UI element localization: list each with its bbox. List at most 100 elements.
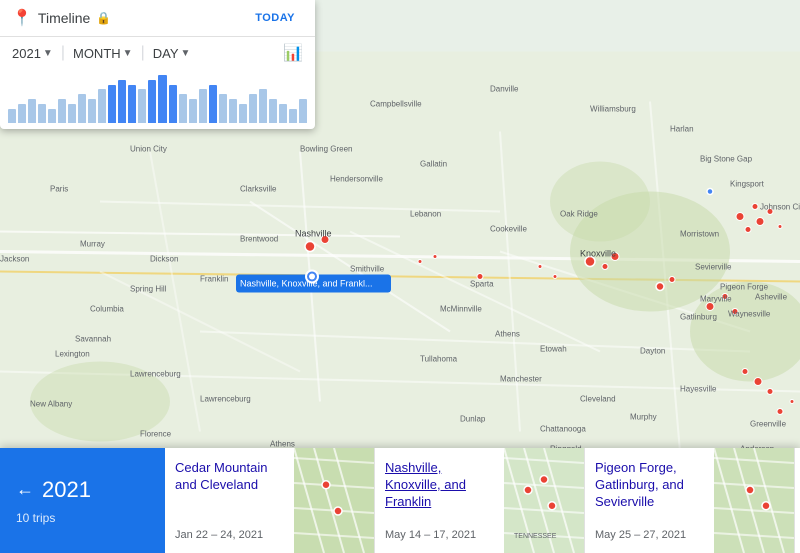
separator-1: | — [61, 44, 65, 62]
svg-text:McMinnville: McMinnville — [440, 305, 482, 314]
svg-text:Gatlinburg: Gatlinburg — [680, 313, 717, 322]
svg-text:Johnson City: Johnson City — [760, 203, 800, 212]
bar-4 — [48, 109, 56, 123]
timeline-title-area: 📍 Timeline 🔒 — [12, 8, 111, 28]
trip-card-pigeon: Pigeon Forge, Gatlinburg, and Seviervill… — [585, 448, 795, 553]
timeline-header: 📍 Timeline 🔒 TODAY — [0, 0, 315, 37]
bar-18 — [189, 99, 197, 123]
bar-0 — [8, 109, 16, 123]
bar-6 — [68, 104, 76, 123]
chart-icon[interactable]: 📊 — [283, 43, 303, 63]
timeline-title: Timeline — [38, 10, 90, 26]
bar-1 — [18, 104, 26, 123]
year-sidebar: ← 2021 10 trips — [0, 448, 165, 553]
bar-26 — [269, 99, 277, 123]
bar-11 — [118, 80, 126, 123]
year-dropdown-arrow: ▼ — [43, 48, 53, 59]
svg-text:Campbellsville: Campbellsville — [370, 100, 422, 109]
trip-card-cedar: Cedar Mountain and Cleveland Jan 22 – 24,… — [165, 448, 375, 553]
svg-text:Dickson: Dickson — [150, 255, 178, 264]
trip-card-title-cedar: Cedar Mountain and Cleveland — [175, 460, 284, 494]
trip-card-thumb-pigeon — [714, 448, 794, 553]
svg-text:Sevierville: Sevierville — [695, 263, 732, 272]
svg-text:Clarksville: Clarksville — [240, 185, 277, 194]
svg-text:Franklin: Franklin — [200, 275, 228, 284]
year-selector[interactable]: 2021 ▼ — [12, 46, 53, 61]
svg-text:Paris: Paris — [50, 185, 68, 194]
svg-text:Union City: Union City — [130, 145, 167, 154]
bar-17 — [179, 94, 187, 123]
svg-text:Greenville: Greenville — [750, 420, 787, 429]
svg-text:Spring Hill: Spring Hill — [130, 285, 167, 294]
bar-2 — [28, 99, 36, 123]
year-value: 2021 — [12, 46, 41, 61]
svg-text:Hendersonville: Hendersonville — [330, 175, 383, 184]
svg-text:Tullahoma: Tullahoma — [420, 355, 458, 364]
month-dropdown-arrow: ▼ — [123, 48, 133, 59]
trip-card-title-nashville[interactable]: Nashville, Knoxville, and Franklin — [385, 460, 494, 511]
svg-text:TENNESSEE: TENNESSEE — [514, 533, 557, 540]
timeline-panel: 📍 Timeline 🔒 TODAY 2021 ▼ | MONTH ▼ | DA… — [0, 0, 315, 129]
bar-29 — [299, 99, 307, 123]
svg-text:Brentwood: Brentwood — [240, 235, 278, 244]
bar-14 — [148, 80, 156, 123]
bar-5 — [58, 99, 66, 123]
svg-text:Florence: Florence — [140, 430, 172, 439]
lock-icon: 🔒 — [96, 11, 111, 25]
today-button[interactable]: TODAY — [247, 8, 303, 28]
back-arrow[interactable]: ← — [16, 479, 34, 500]
svg-text:Kingsport: Kingsport — [730, 180, 765, 189]
svg-text:Etowah: Etowah — [540, 345, 567, 354]
trip-card-date-pigeon: May 25 – 27, 2021 — [595, 529, 704, 541]
bar-3 — [38, 104, 46, 123]
bar-19 — [199, 89, 207, 123]
svg-text:Athens: Athens — [495, 330, 520, 339]
svg-text:Columbia: Columbia — [90, 305, 124, 314]
trip-card-nashville: Nashville, Knoxville, and Franklin May 14… — [375, 448, 585, 553]
trip-card-info-nashville: Nashville, Knoxville, and Franklin May 14… — [375, 448, 504, 553]
bar-7 — [78, 94, 86, 123]
month-value: MONTH — [73, 46, 121, 61]
bar-23 — [239, 104, 247, 123]
svg-text:Lexington: Lexington — [55, 350, 90, 359]
bar-12 — [128, 85, 136, 123]
trip-card-date-nashville: May 14 – 17, 2021 — [385, 529, 494, 541]
bar-15 — [158, 75, 166, 123]
svg-text:Gallatin: Gallatin — [420, 160, 447, 169]
trip-card-title-pigeon: Pigeon Forge, Gatlinburg, and Seviervill… — [595, 460, 704, 511]
trip-card-thumb-cedar — [294, 448, 374, 553]
svg-text:Lebanon: Lebanon — [410, 210, 441, 219]
svg-text:Cookeville: Cookeville — [490, 225, 527, 234]
bar-25 — [259, 89, 267, 123]
svg-text:Chattanooga: Chattanooga — [540, 425, 586, 434]
day-value: DAY — [153, 46, 179, 61]
bottom-strip: ← 2021 10 trips Cedar Mountain and Cleve… — [0, 448, 800, 553]
year-label: 2021 — [42, 477, 91, 503]
svg-text:Murphy: Murphy — [630, 413, 657, 422]
trip-card-date-cedar: Jan 22 – 24, 2021 — [175, 529, 284, 541]
svg-text:Jackson: Jackson — [0, 255, 29, 264]
bar-28 — [289, 109, 297, 123]
svg-text:Smithville: Smithville — [350, 265, 385, 274]
svg-text:Hayesville: Hayesville — [680, 385, 717, 394]
location-icon: 📍 — [12, 8, 32, 28]
svg-text:Waynesville: Waynesville — [728, 310, 771, 319]
timeline-controls: 2021 ▼ | MONTH ▼ | DAY ▼ 📊 — [0, 37, 315, 69]
trips-count: 10 trips — [16, 511, 149, 525]
svg-text:Harlan: Harlan — [670, 125, 694, 134]
month-selector[interactable]: MONTH ▼ — [73, 46, 133, 61]
bar-20 — [209, 85, 217, 123]
bar-22 — [229, 99, 237, 123]
svg-text:Williamsburg: Williamsburg — [590, 105, 636, 114]
bar-27 — [279, 104, 287, 123]
day-selector[interactable]: DAY ▼ — [153, 46, 191, 61]
trip-card-thumb-nashville: TENNESSEE — [504, 448, 584, 553]
trip-card-info-pigeon: Pigeon Forge, Gatlinburg, and Seviervill… — [585, 448, 714, 553]
svg-text:New Albany: New Albany — [30, 400, 72, 409]
year-nav: ← 2021 — [16, 477, 149, 503]
bar-13 — [138, 89, 146, 123]
trip-card-info-cedar: Cedar Mountain and Cleveland Jan 22 – 24,… — [165, 448, 294, 553]
bar-chart — [0, 69, 315, 129]
separator-2: | — [141, 44, 145, 62]
svg-text:Big Stone Gap: Big Stone Gap — [700, 155, 753, 164]
